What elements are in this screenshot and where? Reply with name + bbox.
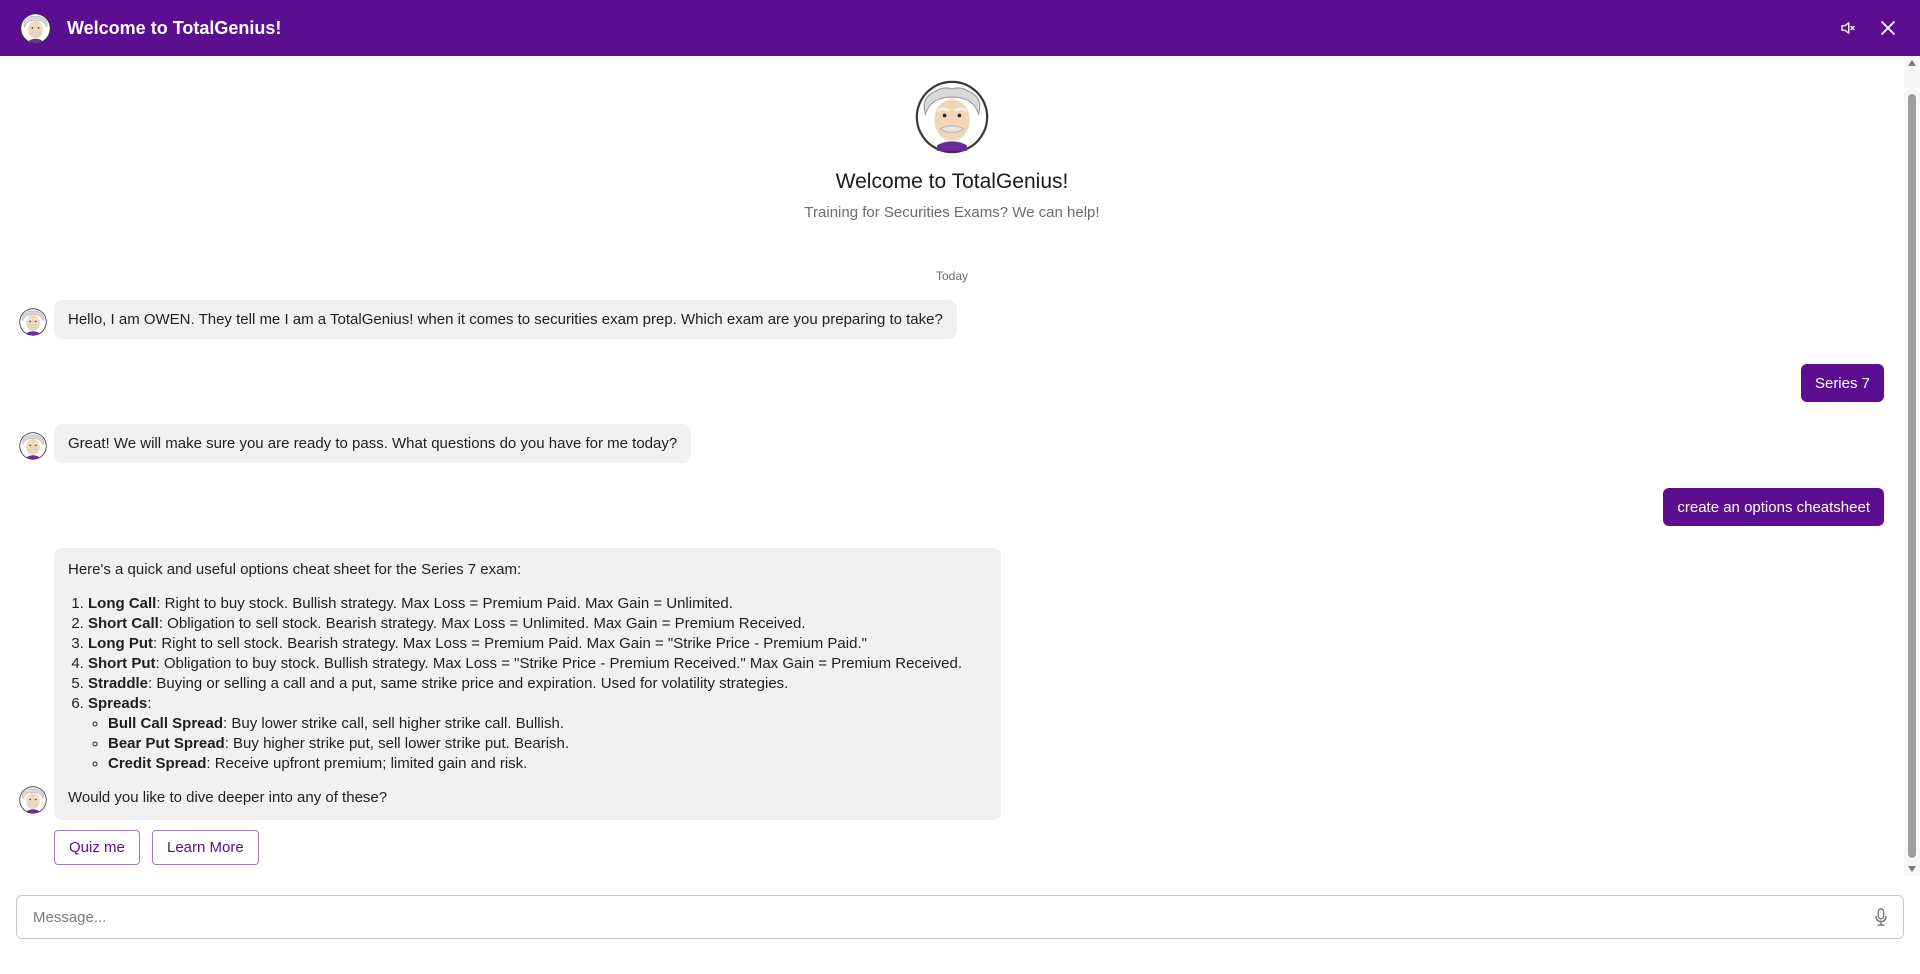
list-item: Short Put: Obligation to buy stock. Bull… <box>88 654 987 674</box>
list-item: Spreads: Bull Call Spread: Buy lower str… <box>88 694 987 774</box>
learn-more-button[interactable]: Learn More <box>152 830 259 865</box>
mute-button[interactable] <box>1838 18 1858 38</box>
quiz-me-label: Quiz me <box>69 839 125 856</box>
scroll-down-arrow-icon[interactable] <box>1908 866 1916 872</box>
speaker-muted-icon <box>1841 22 1855 34</box>
list-item: Credit Spread: Receive upfront premium; … <box>108 754 987 774</box>
learn-more-label: Learn More <box>167 839 244 856</box>
bot-message: Great! We will make sure you are ready t… <box>54 424 692 463</box>
bot-cheatsheet-message: Here's a quick and useful options cheat … <box>54 548 1001 820</box>
chat-transcript[interactable]: Welcome to TotalGenius! Training for Sec… <box>0 56 1904 876</box>
welcome-title: Welcome to TotalGenius! <box>835 170 1069 193</box>
welcome-intro: Welcome to TotalGenius! Training for Sec… <box>0 80 1904 221</box>
quiz-me-button[interactable]: Quiz me <box>54 830 140 865</box>
bot-message: Hello, I am OWEN. They tell me I am a To… <box>54 300 957 339</box>
scroll-up-arrow-icon[interactable] <box>1908 60 1916 66</box>
message-composer <box>16 895 1904 939</box>
user-message: create an options cheatsheet <box>1663 488 1884 526</box>
chat-scrollbar[interactable] <box>1904 56 1920 876</box>
list-item: Bear Put Spread: Buy higher strike put, … <box>108 734 987 754</box>
owen-avatar-icon <box>19 786 47 814</box>
list-item: Long Put: Right to sell stock. Bearish s… <box>88 634 987 654</box>
user-message-text: Series 7 <box>1814 374 1870 392</box>
owen-avatar-icon <box>19 432 47 460</box>
close-icon <box>1881 21 1895 35</box>
chat-header: Welcome to TotalGenius! <box>0 0 1920 56</box>
list-item: Short Call: Obligation to sell stock. Be… <box>88 614 987 634</box>
header-actions <box>1838 18 1898 38</box>
header-title: Welcome to TotalGenius! <box>67 17 282 38</box>
microphone-button[interactable] <box>1871 907 1891 927</box>
owen-large-avatar-icon <box>915 80 989 154</box>
welcome-subtitle: Training for Securities Exams? We can he… <box>804 204 1100 221</box>
user-message-text: create an options cheatsheet <box>1677 498 1870 516</box>
close-button[interactable] <box>1878 18 1898 38</box>
microphone-icon <box>1875 908 1887 926</box>
user-message: Series 7 <box>1800 364 1884 402</box>
owen-avatar-icon <box>20 13 51 44</box>
owen-avatar-icon <box>19 308 47 336</box>
list-item: Bull Call Spread: Buy lower strike call,… <box>108 714 987 734</box>
list-item: Long Call: Right to buy stock. Bullish s… <box>88 594 987 614</box>
cheatsheet-closing: Would you like to dive deeper into any o… <box>68 789 388 806</box>
day-separator: Today <box>935 269 969 283</box>
scrollbar-thumb[interactable] <box>1908 94 1916 858</box>
spreads-sublist: Bull Call Spread: Buy lower strike call,… <box>88 714 987 774</box>
cheatsheet-intro: Here's a quick and useful options cheat … <box>68 561 522 578</box>
bot-message-text: Hello, I am OWEN. They tell me I am a To… <box>68 311 943 328</box>
bot-message-text: Great! We will make sure you are ready t… <box>68 435 678 452</box>
message-input[interactable] <box>33 908 1871 926</box>
cheatsheet-list: Long Call: Right to buy stock. Bullish s… <box>68 594 987 774</box>
list-item: Straddle: Buying or selling a call and a… <box>88 674 987 694</box>
